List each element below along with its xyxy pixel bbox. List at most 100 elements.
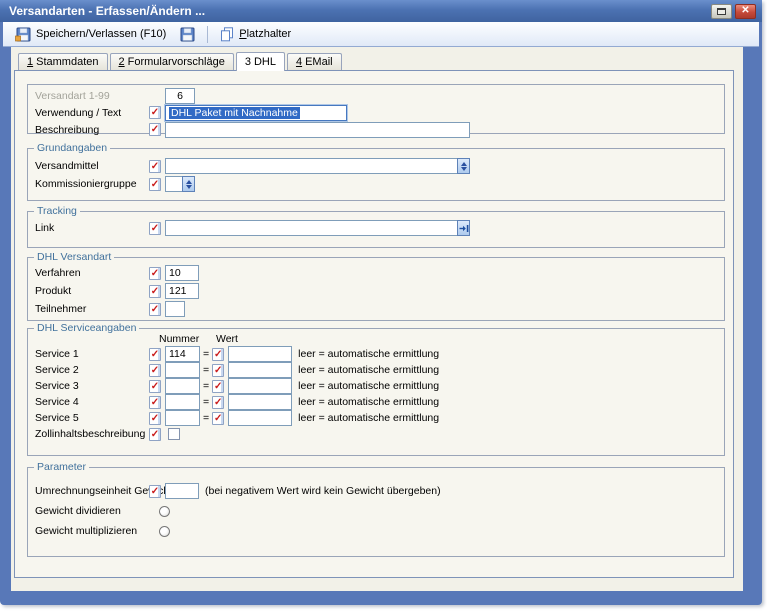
- teilnehmer-input[interactable]: [165, 301, 185, 317]
- toolbar-separator: [207, 26, 208, 43]
- open-link-button[interactable]: [457, 220, 470, 236]
- group-grundangaben: Grundangaben Versandmittel ✓ Kommissioni…: [27, 148, 725, 201]
- check-icon[interactable]: ✓: [149, 412, 161, 425]
- check-icon[interactable]: ✓: [212, 380, 224, 393]
- service-wert-input[interactable]: [228, 378, 292, 394]
- versandmittel-input[interactable]: [165, 158, 457, 174]
- beschreibung-label: Beschreibung: [35, 124, 149, 136]
- check-icon[interactable]: ✓: [212, 348, 224, 361]
- link-combo[interactable]: [165, 220, 470, 236]
- platzhalter-label: Platzhalter: [239, 28, 291, 40]
- beschreibung-input[interactable]: [165, 122, 470, 138]
- check-icon[interactable]: ✓: [149, 428, 161, 441]
- service-nummer-input[interactable]: [165, 410, 200, 426]
- equals-sign: =: [203, 364, 209, 376]
- service-nummer-input[interactable]: [165, 362, 200, 378]
- check-icon[interactable]: ✓: [212, 364, 224, 377]
- tab-content-panel: Versandart 1-99 Verwendung / Text ✓ DHL …: [14, 70, 734, 578]
- service-hint: leer = automatische ermittlung: [298, 412, 439, 424]
- service-row: Service 1 ✓ = ✓ leer = automatische ermi…: [28, 346, 724, 362]
- check-icon[interactable]: ✓: [149, 364, 161, 377]
- check-icon[interactable]: ✓: [149, 285, 161, 298]
- toolbar: Speichern/Verlassen (F10) Platzhalter: [3, 22, 759, 47]
- group-parameter: Parameter Umrechnungseinheit Gewicht ✓ (…: [27, 467, 725, 557]
- check-icon[interactable]: ✓: [149, 396, 161, 409]
- tab-stammdaten[interactable]: 1Stammdaten: [18, 53, 108, 70]
- gewicht-multiplizieren-radio[interactable]: [159, 526, 170, 537]
- check-icon[interactable]: ✓: [149, 178, 161, 191]
- check-icon[interactable]: ✓: [149, 267, 161, 280]
- check-icon[interactable]: ✓: [149, 123, 161, 136]
- zollinhaltsbeschreibung-label: Zollinhaltsbeschreibung: [35, 428, 149, 440]
- save-button[interactable]: [173, 24, 202, 44]
- service-hint: leer = automatische ermittlung: [298, 348, 439, 360]
- zollinhaltsbeschreibung-checkbox[interactable]: [168, 428, 180, 440]
- tab-email[interactable]: 4EMail: [287, 53, 342, 70]
- minimize-button[interactable]: [711, 4, 732, 19]
- copy-pages-icon: [220, 27, 234, 42]
- kommissioniergruppe-label: Kommissioniergruppe: [35, 178, 149, 190]
- save-exit-label: Speichern/Verlassen (F10): [36, 28, 166, 40]
- tab-dhl[interactable]: 3DHL: [236, 52, 285, 71]
- verfahren-label: Verfahren: [35, 267, 149, 279]
- group-legend: DHL Serviceangaben: [34, 322, 139, 334]
- service-hint: leer = automatische ermittlung: [298, 380, 439, 392]
- group-legend: Grundangaben: [34, 142, 110, 154]
- save-exit-button[interactable]: Speichern/Verlassen (F10): [8, 24, 173, 44]
- client-area: 1Stammdaten 2Formularvorschläge 3DHL 4EM…: [11, 47, 743, 591]
- equals-sign: =: [203, 396, 209, 408]
- spinner-button[interactable]: [457, 158, 470, 174]
- save-icon: [180, 27, 195, 42]
- service-wert-input[interactable]: [228, 362, 292, 378]
- platzhalter-button[interactable]: Platzhalter: [213, 24, 298, 44]
- kommissioniergruppe-combo[interactable]: [165, 176, 195, 192]
- versandmittel-combo[interactable]: [165, 158, 470, 174]
- check-icon[interactable]: ✓: [149, 222, 161, 235]
- column-wert: Wert: [216, 333, 238, 346]
- gewicht-dividieren-radio[interactable]: [159, 506, 170, 517]
- link-label: Link: [35, 222, 149, 234]
- check-icon[interactable]: ✓: [149, 160, 161, 173]
- check-icon[interactable]: ✓: [149, 303, 161, 316]
- link-input[interactable]: [165, 220, 457, 236]
- close-button[interactable]: ✕: [735, 4, 756, 19]
- close-icon: ✕: [741, 6, 749, 16]
- produkt-input[interactable]: [165, 283, 199, 299]
- service-wert-input[interactable]: [228, 394, 292, 410]
- service-nummer-input[interactable]: [165, 394, 200, 410]
- verwendung-label: Verwendung / Text: [35, 107, 149, 119]
- check-icon[interactable]: ✓: [212, 396, 224, 409]
- check-icon[interactable]: ✓: [149, 485, 161, 498]
- umrechnungseinheit-label: Umrechnungseinheit Gewicht: [35, 485, 149, 497]
- spinner-button[interactable]: [182, 176, 195, 192]
- check-icon[interactable]: ✓: [212, 412, 224, 425]
- service-label: Service 1: [35, 348, 149, 360]
- group-legend: DHL Versandart: [34, 251, 114, 263]
- service-row: Service 4 ✓ = ✓ leer = automatische ermi…: [28, 394, 724, 410]
- titlebar[interactable]: Versandarten - Erfassen/Ändern ... ✕: [0, 0, 762, 22]
- versandart-input[interactable]: [165, 88, 195, 104]
- teilnehmer-label: Teilnehmer: [35, 303, 149, 315]
- service-wert-input[interactable]: [228, 346, 292, 362]
- equals-sign: =: [203, 412, 209, 424]
- check-icon[interactable]: ✓: [149, 380, 161, 393]
- versandart-label: Versandart 1-99: [35, 90, 149, 102]
- save-exit-icon: [15, 27, 31, 42]
- window-title: Versandarten - Erfassen/Ändern ...: [9, 4, 205, 18]
- kommissioniergruppe-input[interactable]: [165, 176, 182, 192]
- service-nummer-input[interactable]: [165, 346, 200, 362]
- check-icon[interactable]: ✓: [149, 348, 161, 361]
- verfahren-input[interactable]: [165, 265, 199, 281]
- service-wert-input[interactable]: [228, 410, 292, 426]
- umrechnungseinheit-input[interactable]: [165, 483, 199, 499]
- app-window: Versandarten - Erfassen/Ändern ... ✕ Spe…: [0, 0, 762, 605]
- group-dhl-serviceangaben: DHL Serviceangaben Nummer Wert Service 1…: [27, 328, 725, 456]
- minimize-icon: [717, 8, 726, 15]
- umrechnungseinheit-hint: (bei negativem Wert wird kein Gewicht üb…: [205, 485, 441, 497]
- service-nummer-input[interactable]: [165, 378, 200, 394]
- check-icon[interactable]: ✓: [149, 106, 161, 119]
- service-label: Service 4: [35, 396, 149, 408]
- tab-formularvorschlaege[interactable]: 2Formularvorschläge: [110, 53, 234, 70]
- service-label: Service 5: [35, 412, 149, 424]
- verwendung-input[interactable]: DHL Paket mit Nachnahme: [165, 105, 347, 121]
